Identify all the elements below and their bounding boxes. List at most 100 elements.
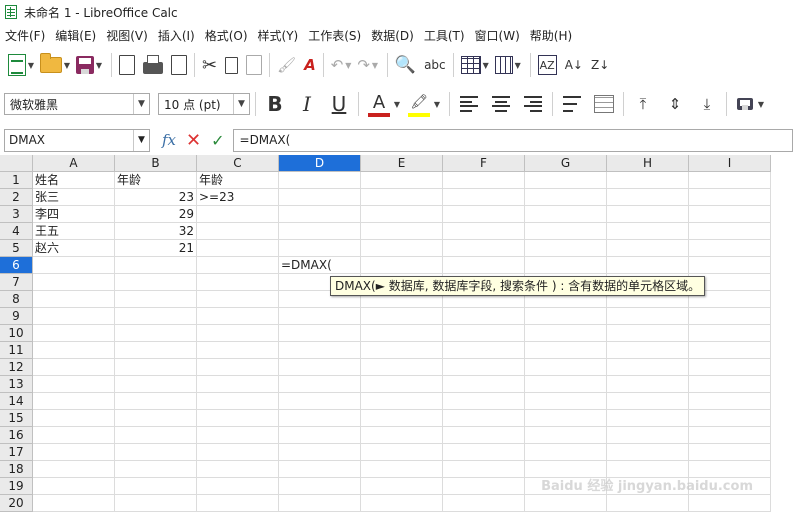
accept-icon[interactable]: ✓ (211, 131, 224, 150)
cell-e11[interactable] (361, 342, 443, 359)
cell-c16[interactable] (197, 427, 279, 444)
cell-a19[interactable] (33, 478, 115, 495)
row-header[interactable]: 19 (0, 478, 33, 495)
spreadsheet-grid[interactable]: A B C D E F G H I 1 姓名 年龄 年龄 2 张三 23 >=23 3 李四 29 4… (0, 155, 793, 514)
cell-e10[interactable] (361, 325, 443, 342)
cell-a13[interactable] (33, 376, 115, 393)
cell-c12[interactable] (197, 359, 279, 376)
cell-c3[interactable] (197, 206, 279, 223)
cell-d19[interactable] (279, 478, 361, 495)
number-format-button[interactable] (734, 91, 756, 117)
cell-a14[interactable] (33, 393, 115, 410)
cell-g13[interactable] (525, 376, 607, 393)
new-dropdown[interactable]: ▼ (26, 52, 36, 78)
menu-tools[interactable]: 工具(T) (419, 27, 470, 44)
cell-a1[interactable]: 姓名 (33, 172, 115, 189)
row-header[interactable]: 20 (0, 495, 33, 512)
cell-b14[interactable] (115, 393, 197, 410)
cell-e2[interactable] (361, 189, 443, 206)
row-header[interactable]: 13 (0, 376, 33, 393)
cell-b17[interactable] (115, 444, 197, 461)
cell-f13[interactable] (443, 376, 525, 393)
cell-i1[interactable] (689, 172, 771, 189)
cell-h10[interactable] (607, 325, 689, 342)
cell-i13[interactable] (689, 376, 771, 393)
column-header-active[interactable]: D (279, 155, 361, 172)
cell-a15[interactable] (33, 410, 115, 427)
cell-e9[interactable] (361, 308, 443, 325)
cell-e17[interactable] (361, 444, 443, 461)
sort-button[interactable]: AZ (537, 55, 557, 75)
cell-f3[interactable] (443, 206, 525, 223)
cell-i17[interactable] (689, 444, 771, 461)
font-name-box[interactable]: 微软雅黑 ▼ (4, 93, 150, 115)
cell-c18[interactable] (197, 461, 279, 478)
cell-a9[interactable] (33, 308, 115, 325)
column-header[interactable]: C (197, 155, 279, 172)
cell-a5[interactable]: 赵六 (33, 240, 115, 257)
export-pdf-button[interactable] (119, 52, 135, 78)
row-header[interactable]: 4 (0, 223, 33, 240)
row-header[interactable]: 12 (0, 359, 33, 376)
cell-a11[interactable] (33, 342, 115, 359)
cell-d12[interactable] (279, 359, 361, 376)
font-color-button[interactable]: A (366, 91, 392, 117)
font-size-box[interactable]: 10 点 (pt) ▼ (158, 93, 250, 115)
cell-b3[interactable]: 29 (115, 206, 197, 223)
cancel-icon[interactable]: ✕ (186, 130, 201, 151)
align-top-button[interactable]: ⤒ (631, 91, 655, 117)
row-header[interactable]: 2 (0, 189, 33, 206)
cell-g2[interactable] (525, 189, 607, 206)
cell-h9[interactable] (607, 308, 689, 325)
copy-button[interactable] (225, 52, 239, 78)
row-header[interactable]: 14 (0, 393, 33, 410)
wrap-text-button[interactable] (560, 91, 584, 117)
menu-help[interactable]: 帮助(H) (525, 27, 577, 44)
cell-d17[interactable] (279, 444, 361, 461)
cell-a7[interactable] (33, 274, 115, 291)
cell-b5[interactable]: 21 (115, 240, 197, 257)
cell-h6[interactable] (607, 257, 689, 274)
cell-a6[interactable] (33, 257, 115, 274)
cell-d4[interactable] (279, 223, 361, 240)
row-dropdown[interactable]: ▼ (481, 52, 491, 78)
cell-b7[interactable] (115, 274, 197, 291)
cell-a16[interactable] (33, 427, 115, 444)
cell-i2[interactable] (689, 189, 771, 206)
cell-h16[interactable] (607, 427, 689, 444)
column-header[interactable]: A (33, 155, 115, 172)
menu-view[interactable]: 视图(V) (101, 27, 153, 44)
cell-a8[interactable] (33, 291, 115, 308)
name-box[interactable]: DMAX ▼ (4, 128, 150, 152)
row-header[interactable]: 6 (0, 257, 33, 274)
row-header[interactable]: 16 (0, 427, 33, 444)
cell-d5[interactable] (279, 240, 361, 257)
chevron-down-icon[interactable]: ▼ (133, 94, 149, 114)
cell-h20[interactable] (607, 495, 689, 512)
cell-i3[interactable] (689, 206, 771, 223)
cut-button[interactable]: ✂ (202, 52, 217, 78)
cell-f5[interactable] (443, 240, 525, 257)
row-header[interactable]: 8 (0, 291, 33, 308)
bold-button[interactable]: B (263, 91, 287, 117)
cell-h12[interactable] (607, 359, 689, 376)
cell-g5[interactable] (525, 240, 607, 257)
cell-e5[interactable] (361, 240, 443, 257)
column-button[interactable] (494, 52, 513, 78)
cell-e6[interactable] (361, 257, 443, 274)
italic-button[interactable]: I (295, 91, 319, 117)
align-right-button[interactable] (521, 91, 545, 117)
redo-dropdown[interactable]: ▼ (370, 52, 380, 78)
cell-g11[interactable] (525, 342, 607, 359)
cell-h5[interactable] (607, 240, 689, 257)
cell-c1[interactable]: 年龄 (197, 172, 279, 189)
cell-g1[interactable] (525, 172, 607, 189)
cell-i20[interactable] (689, 495, 771, 512)
cell-c19[interactable] (197, 478, 279, 495)
redo-button[interactable]: ↷ (357, 52, 370, 78)
cell-b12[interactable] (115, 359, 197, 376)
cell-f15[interactable] (443, 410, 525, 427)
cell-i14[interactable] (689, 393, 771, 410)
cell-i12[interactable] (689, 359, 771, 376)
cell-h11[interactable] (607, 342, 689, 359)
